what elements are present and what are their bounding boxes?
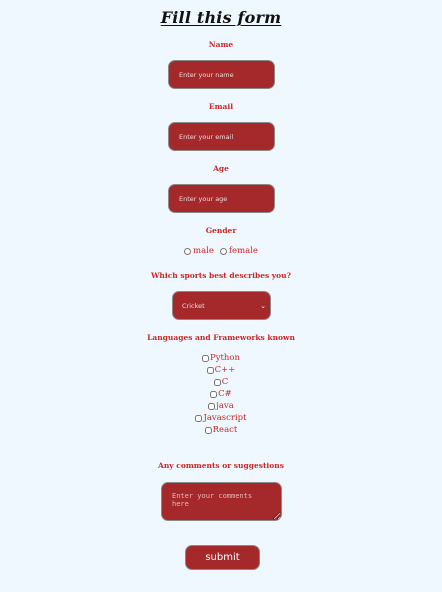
language-checkbox-java[interactable] [208,402,216,410]
language-checkbox-cpp[interactable] [206,366,214,374]
language-option-javascript[interactable]: Javascript [0,412,442,424]
gender-label: Gender [205,226,237,235]
form-title: Fill this form [160,8,282,27]
language-label: Javascript [203,413,247,423]
language-checkbox-react[interactable] [204,426,212,434]
age-input[interactable] [168,184,275,213]
comments-textarea[interactable] [161,482,282,521]
gender-option-female[interactable]: female [219,246,258,256]
language-option-python[interactable]: Python [0,352,442,364]
language-label: C# [218,389,232,399]
language-option-c[interactable]: C [0,376,442,388]
language-option-java[interactable]: java [0,400,442,412]
language-label: C [221,377,229,387]
language-option-cpp[interactable]: C++ [0,364,442,376]
languages-label: Languages and Frameworks known [147,333,295,342]
comments-label: Any comments or suggestions [158,461,284,470]
language-label: C++ [214,365,236,375]
language-option-csharp[interactable]: C# [0,388,442,400]
gender-female-label: female [228,246,258,256]
submit-button[interactable]: submit [185,545,260,570]
name-input[interactable] [168,60,275,89]
age-label: Age [213,164,229,173]
language-label: Python [209,353,240,363]
languages-checklist: Python C++ C C# java Javascript React [0,352,442,436]
name-label: Name [208,40,234,49]
email-input[interactable] [168,122,275,151]
gender-radio-female[interactable] [219,247,227,255]
language-option-react[interactable]: React [0,424,442,436]
sports-select[interactable]: Cricket ⌄ [172,291,271,320]
gender-options: male female [0,246,442,256]
language-checkbox-c[interactable] [213,378,221,386]
language-label: React [212,425,238,435]
language-checkbox-csharp[interactable] [210,390,218,398]
email-label: Email [208,102,234,111]
language-checkbox-javascript[interactable] [195,414,203,422]
chevron-down-icon: ⌄ [260,301,266,310]
gender-radio-male[interactable] [184,247,192,255]
gender-male-label: male [193,246,214,256]
gender-option-male[interactable]: male [184,246,214,256]
language-checkbox-python[interactable] [201,354,209,362]
language-label: java [216,401,234,411]
sports-label: Which sports best describes you? [150,271,292,280]
sports-selected-value: Cricket [182,301,205,310]
